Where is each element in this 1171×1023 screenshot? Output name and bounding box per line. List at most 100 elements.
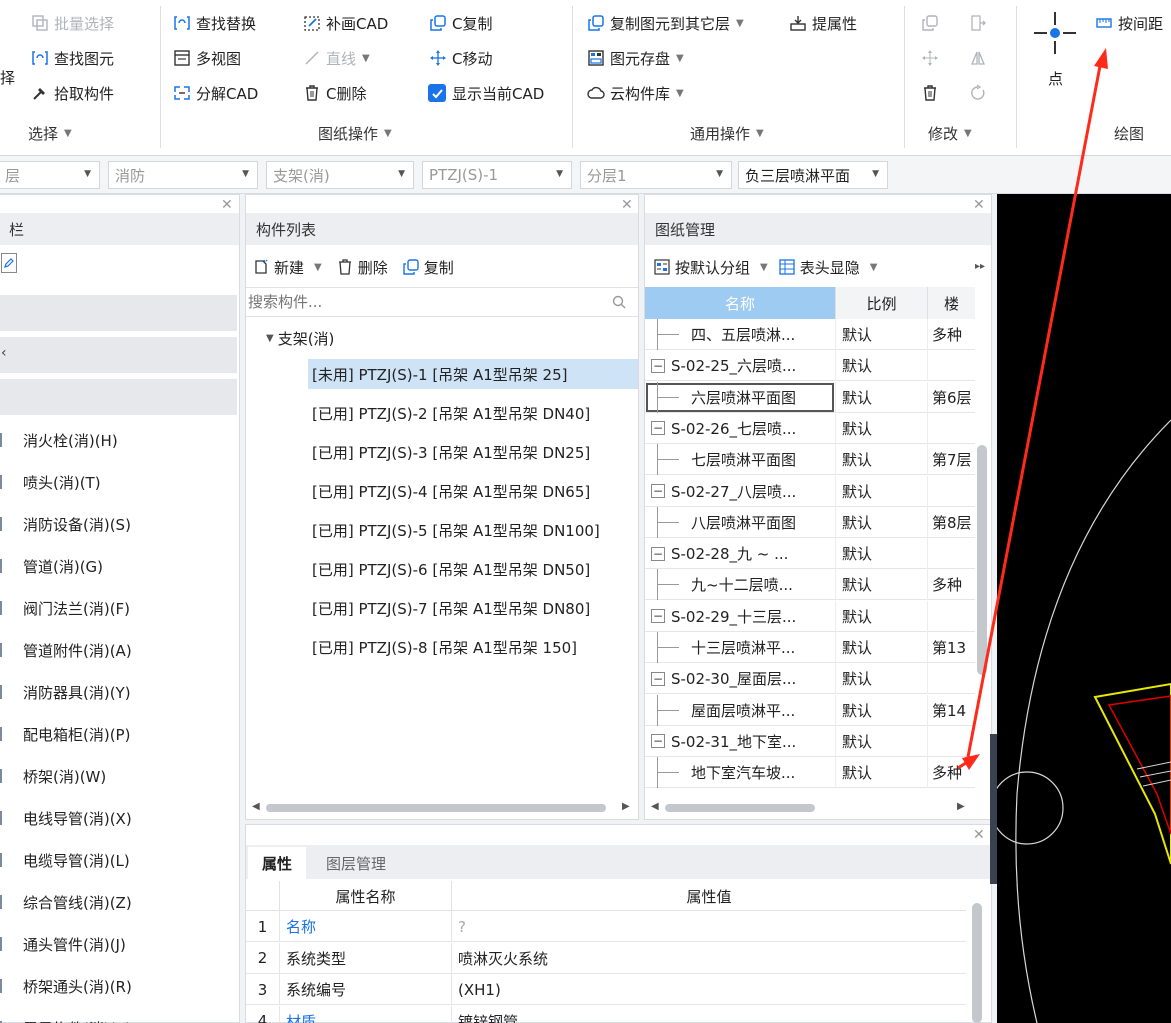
close-icon[interactable]: ✕ [973,827,985,843]
group-default-button[interactable]: 按默认分组 ▼ [653,253,768,281]
scroll-thumb[interactable] [972,903,982,1023]
scroll-left-icon[interactable]: ◀ [651,801,659,812]
nav-item[interactable]: 桥架(消)(W) [0,755,237,797]
nav-item[interactable]: 零星构件(消)(K) [0,1007,237,1023]
select-partial-label[interactable]: 择 [0,62,15,92]
component-item[interactable]: [已用] PTZJ(S)-6 [吊架 A1型吊架 DN50] [308,554,638,584]
scroll-right-icon[interactable]: ▶ [622,801,630,812]
scroll-thumb[interactable] [266,804,606,812]
component-item[interactable]: [已用] PTZJ(S)-3 [吊架 A1型吊架 DN25] [308,437,638,467]
discipline-select[interactable]: 消防 ▼ [108,161,258,189]
nav-item[interactable]: 管道(消)(G) [0,545,237,587]
nav-category-2[interactable]: ‹ [0,337,237,373]
column-header-scale[interactable]: 比例 [835,287,927,319]
scroll-thumb[interactable] [665,804,815,812]
point-button[interactable]: 点 [1030,8,1080,88]
nav-item[interactable]: 电缆导管(消)(L) [0,839,237,881]
modify-copy-button[interactable] [920,8,944,38]
property-value-cell[interactable]: 喷淋灭火系统 [452,943,966,974]
close-icon[interactable]: ✕ [221,197,233,213]
drawing-row[interactable]: 六层喷淋平面图 默认 第6层 [645,381,975,413]
drawing-row[interactable]: − S-02-29_十三层... 默认 [645,600,975,632]
floor-select[interactable]: 层 ▼ [0,161,100,189]
nav-item[interactable]: 消火栓(消)(H) [0,419,237,461]
nav-category-1[interactable] [0,295,237,331]
property-row[interactable]: 2 系统类型 喷淋灭火系统 [246,942,966,974]
tab-properties[interactable]: 属性 [248,847,306,879]
nav-category-3[interactable] [0,379,237,415]
component-select[interactable]: PTZJ(S)-1 ▼ [422,161,572,189]
drawing-hscrollbar[interactable]: ◀ ▶ [649,800,969,816]
collapse-icon[interactable]: − [651,609,665,624]
collapse-icon[interactable]: − [651,358,665,373]
nav-item[interactable]: 管道附件(消)(A) [0,629,237,671]
drawing-row[interactable]: 八层喷淋平面图 默认 第8层 [645,506,975,538]
col-name-header[interactable]: 属性名称 [280,881,452,911]
show-current-cad-checkbox[interactable]: 显示当前CAD [428,78,544,108]
nav-item[interactable]: 阀门法兰(消)(F) [0,587,237,629]
line-button[interactable]: 直线 ▼ [302,43,370,73]
nav-item[interactable]: 消防器具(消)(Y) [0,671,237,713]
copy-to-layer-button[interactable]: 复制图元到其它层 ▼ [586,8,744,38]
drawing-select[interactable]: 负三层喷淋平面 ▼ [738,161,888,189]
close-icon[interactable]: ✕ [973,197,985,213]
scroll-right-icon[interactable]: ▶ [957,801,965,812]
property-value-cell[interactable]: ? [452,911,966,942]
component-hscrollbar[interactable]: ◀ ▶ [250,800,634,816]
modify-move-button[interactable] [920,43,944,73]
modify-group-label[interactable]: 修改 ▼ [928,119,972,147]
drawing-row[interactable]: − S-02-25_六层喷... 默认 [645,350,975,382]
properties-vscrollbar[interactable] [970,885,984,1023]
c-move-button[interactable]: C移动 [428,43,492,73]
nav-item[interactable]: 通头管件(消)(J) [0,923,237,965]
close-icon[interactable]: ✕ [621,197,633,213]
drawing-row[interactable]: 四、五层喷淋... 默认 多种 [645,319,975,350]
collapse-icon[interactable]: − [651,546,665,561]
common-ops-group-label[interactable]: 通用操作 ▼ [690,119,764,147]
splitter-handle[interactable] [990,734,997,884]
edit-icon[interactable] [1,253,17,273]
property-row[interactable]: 3 系统编号 (XH1) [246,974,966,1005]
component-item[interactable]: [已用] PTZJ(S)-2 [吊架 A1型吊架 DN40] [308,398,638,428]
by-distance-button[interactable]: 按间距 [1094,8,1163,38]
collapse-icon[interactable]: − [651,671,665,686]
tree-folder[interactable]: ▼ 支架(消) [266,323,334,353]
property-row[interactable]: 1 名称? [246,911,966,942]
component-item[interactable]: [未用] PTZJ(S)-1 [吊架 A1型吊架 25] [308,359,638,389]
column-header-name[interactable]: 名称 [645,287,835,319]
property-value-cell[interactable]: 镀锌钢管 [452,1006,966,1023]
nav-item[interactable]: 喷头(消)(T) [0,461,237,503]
header-toggle-button[interactable]: 表头显隐 ▼ [778,253,877,281]
modify-rotate-button[interactable] [968,78,992,108]
element-storage-button[interactable]: 图元存盘 ▼ [586,43,684,73]
component-type-select[interactable]: 支架(消) ▼ [266,161,414,189]
tab-layers[interactable]: 图层管理 [308,847,404,879]
drawing-row[interactable]: 九~十二层喷... 默认 多种 [645,569,975,601]
drawing-ops-group-label[interactable]: 图纸操作 ▼ [318,119,392,147]
component-item[interactable]: [已用] PTZJ(S)-5 [吊架 A1型吊架 DN100] [308,515,638,545]
select-group-label[interactable]: 选择 ▼ [28,119,72,147]
c-delete-button[interactable]: C删除 [302,78,366,108]
nav-item[interactable]: 消防设备(消)(S) [0,503,237,545]
collapse-icon[interactable]: − [651,421,665,436]
column-header-floor[interactable]: 楼 [927,287,975,319]
drawing-row[interactable]: − S-02-26_七层喷... 默认 [645,412,975,444]
add-cad-button[interactable]: 补画CAD [302,8,388,38]
batch-select-button[interactable]: 批量选择 [30,8,114,38]
new-button[interactable]: 新建 ▼ [252,253,322,281]
sublayer-select[interactable]: 分层1 ▼ [580,161,732,189]
property-row[interactable]: 4 材质 镀锌钢管 [246,1005,966,1023]
scroll-left-icon[interactable]: ◀ [252,801,260,812]
search-input[interactable] [248,290,598,314]
overflow-icon[interactable]: ▸▸ [975,261,985,272]
c-copy-button[interactable]: C复制 [428,8,492,38]
multi-view-button[interactable]: 多视图 [172,43,241,73]
copy-button[interactable]: 复制 [402,253,454,281]
delete-button[interactable]: 删除 [336,253,388,281]
scroll-thumb[interactable] [977,445,987,675]
modify-stretch-button[interactable] [968,8,992,38]
cad-canvas[interactable] [997,194,1171,1023]
search-icon[interactable] [612,295,626,309]
drawing-row[interactable]: 十三层喷淋平... 默认 第13 [645,632,975,663]
component-item[interactable]: [已用] PTZJ(S)-8 [吊架 A1型吊架 150] [308,632,638,662]
